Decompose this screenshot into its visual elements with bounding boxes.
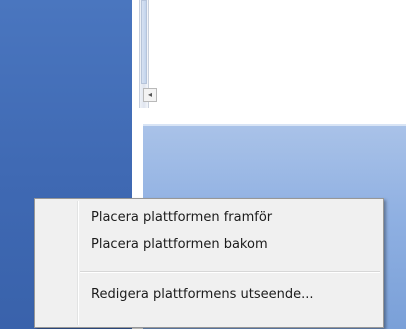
menu-item-label: Redigera plattformens utseende... <box>91 287 314 302</box>
left-arrow-icon: ◂ <box>147 90 152 99</box>
scroll-thumb[interactable] <box>141 0 147 84</box>
menu-item-edit-platform-appearance[interactable]: Redigera plattformens utseende... <box>91 284 313 306</box>
menu-item-label: Placera plattformen framför <box>91 210 273 225</box>
menu-item-label: Placera plattformen bakom <box>91 237 268 252</box>
context-menu: Placera plattformen framför Placera plat… <box>34 198 384 328</box>
menu-separator <box>80 271 380 273</box>
menu-item-send-platform-back[interactable]: Placera plattformen bakom <box>91 234 268 256</box>
menu-item-bring-platform-front[interactable]: Placera plattformen framför <box>91 207 272 229</box>
menu-icon-gutter-divider <box>77 201 79 325</box>
scroll-left-button[interactable]: ◂ <box>143 88 157 102</box>
